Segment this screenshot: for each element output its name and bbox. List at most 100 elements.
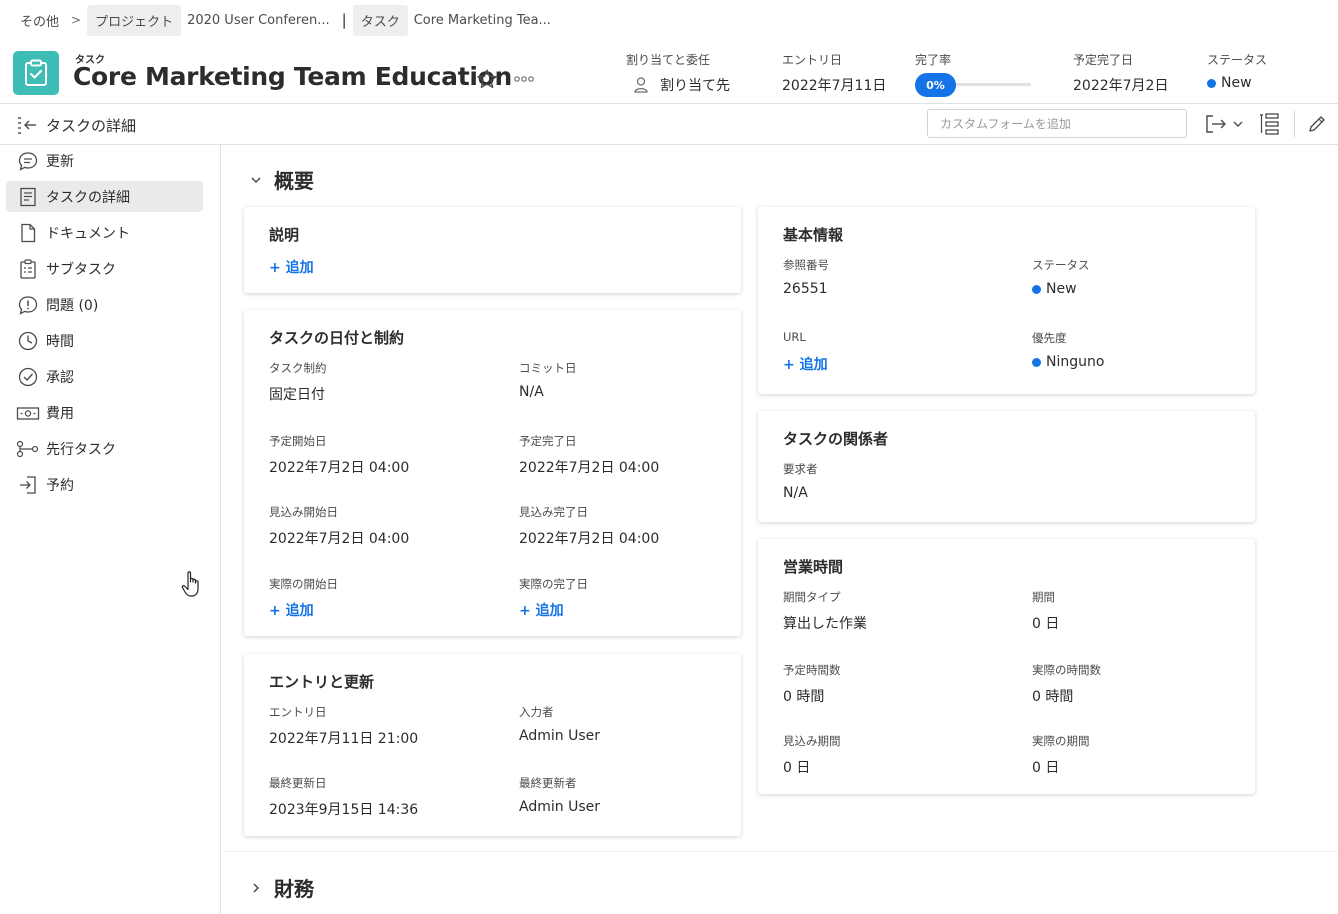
sidebar-item-label: ドキュメント bbox=[46, 225, 130, 242]
field-label: 要求者 bbox=[783, 462, 818, 476]
chevron-down-icon bbox=[1233, 121, 1243, 127]
description-card: 説明 + 追加 bbox=[244, 207, 741, 293]
field-value: 0 日 bbox=[783, 760, 811, 776]
layout-button[interactable] bbox=[1256, 111, 1282, 137]
field-value[interactable]: 算出した作業 bbox=[783, 613, 867, 633]
main-content: 概要 説明 + 追加 タスクの日付と制約 タスク制約 固定日付 コミット日 N/… bbox=[222, 145, 1338, 914]
field-label: 予定開始日 bbox=[269, 434, 327, 448]
percent-complete-bar[interactable]: 0% bbox=[915, 73, 1035, 97]
field-label: 期間 bbox=[1032, 590, 1055, 604]
field-label: 期間タイプ bbox=[783, 590, 841, 604]
field-value: N/A bbox=[783, 485, 808, 501]
add-actual-end-link[interactable]: + 追加 bbox=[519, 600, 564, 620]
basic-info-card: 基本情報 参照番号 26551 ステータス New URL + 追加 優先度 N… bbox=[758, 207, 1255, 394]
field-value[interactable]: 0 日 bbox=[1032, 613, 1059, 633]
field-value[interactable]: Admin User bbox=[519, 799, 600, 815]
field-value: New bbox=[1046, 281, 1077, 297]
field-label: URL bbox=[783, 330, 806, 344]
add-actual-start-link[interactable]: + 追加 bbox=[269, 600, 314, 620]
field-label: 予定完了日 bbox=[519, 434, 577, 448]
field-value[interactable]: Admin User bbox=[519, 728, 600, 744]
priority-field[interactable]: Ninguno bbox=[1032, 354, 1104, 370]
sidebar-item-label: 先行タスク bbox=[46, 441, 116, 458]
status-badge[interactable]: New bbox=[1207, 75, 1252, 91]
toolbar-divider bbox=[1294, 111, 1295, 137]
clipboard-icon bbox=[13, 51, 59, 95]
export-button[interactable] bbox=[1200, 111, 1248, 137]
section-overview[interactable]: 概要 bbox=[248, 165, 314, 194]
sidebar-item-label: 予約 bbox=[46, 477, 74, 494]
booking-icon bbox=[16, 474, 40, 496]
breadcrumb-other[interactable]: その他 bbox=[14, 5, 65, 36]
breadcrumb-projects[interactable]: プロジェクト bbox=[87, 4, 182, 36]
field-value: 2022年7月2日 04:00 bbox=[519, 531, 660, 547]
star-icon bbox=[477, 69, 497, 88]
breadcrumb-task-name[interactable]: Core Marketing Tea... bbox=[408, 7, 557, 34]
more-button[interactable] bbox=[510, 66, 538, 92]
field-value: 26551 bbox=[783, 281, 828, 297]
sidebar-item-documents[interactable]: ドキュメント bbox=[6, 217, 203, 248]
field-value[interactable]: 固定日付 bbox=[269, 384, 325, 404]
breadcrumb: その他 > プロジェクト 2020 User Conferen... | タスク… bbox=[0, 0, 1338, 40]
assign-label: 割り当てと委任 bbox=[626, 53, 711, 67]
custom-form-input[interactable] bbox=[927, 109, 1187, 138]
field-label: 予定時間数 bbox=[783, 663, 841, 677]
collapse-panel-button[interactable] bbox=[16, 115, 38, 135]
field-label: 実際の時間数 bbox=[1032, 663, 1101, 677]
sidebar-item-issues[interactable]: 問題 (0) bbox=[6, 289, 203, 320]
breadcrumb-project-name[interactable]: 2020 User Conferen... bbox=[181, 7, 336, 34]
field-value[interactable]: 2022年7月2日 04:00 bbox=[519, 457, 659, 477]
sidebar-item-label: タスクの詳細 bbox=[46, 189, 130, 206]
add-description-link[interactable]: + 追加 bbox=[269, 257, 314, 277]
sidebar-item-hours[interactable]: 時間 bbox=[6, 325, 203, 356]
field-value[interactable]: 2022年7月2日 04:00 bbox=[269, 457, 409, 477]
approval-icon bbox=[16, 366, 40, 388]
status-field[interactable]: New bbox=[1032, 281, 1077, 297]
field-label: ステータス bbox=[1032, 258, 1090, 272]
sidebar-item-task-details[interactable]: タスクの詳細 bbox=[6, 181, 203, 212]
document-icon bbox=[16, 222, 40, 244]
field-value: 0 日 bbox=[1032, 760, 1060, 776]
favorite-button[interactable] bbox=[474, 66, 500, 92]
sidebar-item-booking[interactable]: 予約 bbox=[6, 469, 203, 500]
section-title: 概要 bbox=[274, 169, 314, 193]
edit-icon bbox=[1309, 116, 1325, 132]
hand-cursor-icon bbox=[181, 571, 199, 597]
percent-complete-value: 0% bbox=[915, 73, 956, 97]
sidebar-item-updates[interactable]: 更新 bbox=[6, 145, 203, 176]
entry-card: エントリと更新 エントリ日 2022年7月11日 21:00 入力者 Admin… bbox=[244, 654, 741, 836]
details-icon bbox=[16, 186, 40, 208]
assign-button[interactable]: 割り当て先 bbox=[628, 75, 730, 95]
field-value: Ninguno bbox=[1046, 354, 1105, 370]
sidebar-item-subtasks[interactable]: サブタスク bbox=[6, 253, 203, 284]
comment-icon bbox=[16, 150, 40, 172]
field-label: 見込み期間 bbox=[783, 734, 841, 748]
breadcrumb-pipe: | bbox=[341, 11, 347, 29]
section-finance[interactable]: 財務 bbox=[248, 873, 314, 902]
field-label: 優先度 bbox=[1032, 331, 1067, 345]
entry-date-label: エントリ日 bbox=[782, 53, 843, 67]
planned-completion-value: 2022年7月2日 bbox=[1073, 78, 1169, 94]
card-title: 営業時間 bbox=[783, 558, 844, 576]
export-icon bbox=[1206, 115, 1226, 133]
stakeholders-card: タスクの関係者 要求者 N/A bbox=[758, 411, 1255, 522]
sidebar-item-predecessors[interactable]: 先行タスク bbox=[6, 433, 203, 464]
field-label: コミット日 bbox=[519, 361, 577, 375]
sidebar-item-approvals[interactable]: 承認 bbox=[6, 361, 203, 392]
add-url-link[interactable]: + 追加 bbox=[783, 354, 828, 374]
edit-button[interactable] bbox=[1304, 111, 1330, 137]
predecessor-icon bbox=[16, 438, 40, 460]
layout-list-icon bbox=[1260, 113, 1279, 135]
sidebar-item-expenses[interactable]: 費用 bbox=[6, 397, 203, 428]
field-value: 2023年9月15日 14:36 bbox=[269, 802, 419, 818]
sidebar-item-label: 問題 (0) bbox=[46, 297, 99, 314]
field-label: エントリ日 bbox=[269, 705, 327, 719]
sidebar-item-label: 費用 bbox=[46, 405, 74, 422]
field-value[interactable]: 0 時間 bbox=[783, 686, 824, 706]
field-label: 最終更新日 bbox=[269, 776, 327, 790]
field-value: 2022年7月2日 04:00 bbox=[269, 531, 410, 547]
status-dot bbox=[1032, 284, 1041, 294]
field-label: 実際の期間 bbox=[1032, 734, 1090, 748]
breadcrumb-tasks[interactable]: タスク bbox=[352, 4, 408, 36]
page-title[interactable]: Core Marketing Team Education bbox=[73, 62, 512, 91]
